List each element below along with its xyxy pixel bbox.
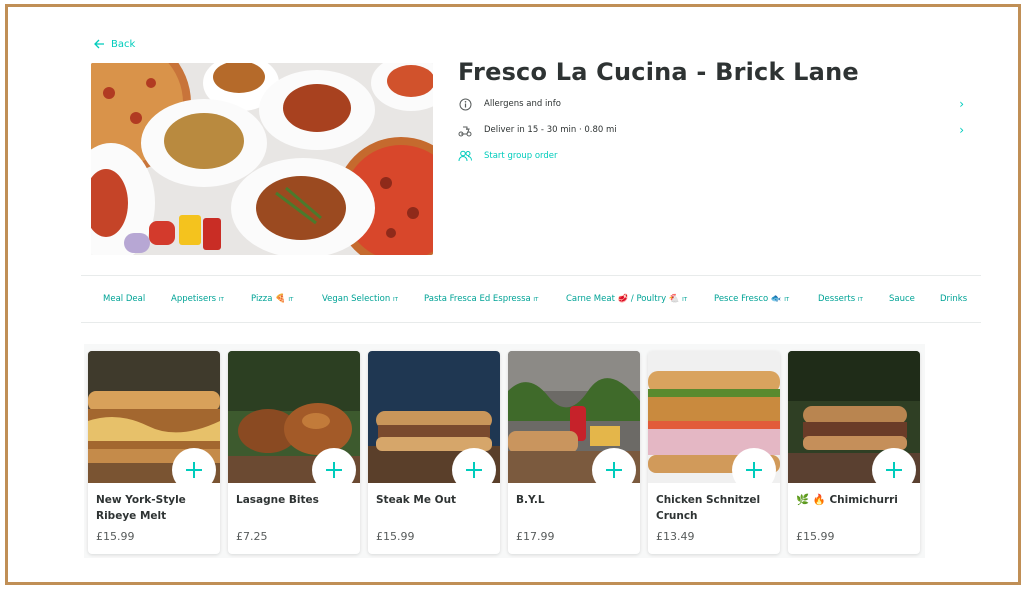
add-to-basket-button[interactable]	[172, 448, 216, 492]
delivery-info-row[interactable]: Deliver in 15 - 30 min · 0.80 mi ›	[458, 121, 964, 139]
plus-icon	[466, 462, 482, 478]
group-order-label: Start group order	[484, 151, 558, 161]
add-to-basket-button[interactable]	[452, 448, 496, 492]
category-pizza[interactable]: Pizza 🍕 IT	[251, 288, 293, 311]
menu-item-name: B.Y.L	[516, 494, 545, 506]
menu-item-name: New York-Style Ribeye Melt	[96, 494, 186, 522]
menu-item-card[interactable]: Chicken Schnitzel Crunch £13.49	[648, 351, 780, 554]
menu-item-card[interactable]: 🌿 🔥 Chimichurri £15.99	[788, 351, 920, 554]
group-order-row[interactable]: Start group order	[458, 147, 964, 165]
info-icon	[458, 97, 472, 111]
chevron-right-icon: ›	[959, 123, 964, 137]
plus-icon	[746, 462, 762, 478]
menu-item-price: £7.25	[236, 530, 268, 543]
category-pesce-fresco[interactable]: Pesce Fresco 🐟 IT	[714, 288, 789, 311]
allergens-info-row[interactable]: Allergens and info ›	[458, 95, 964, 113]
menu-item-name: Lasagne Bites	[236, 494, 319, 506]
plus-icon	[186, 462, 202, 478]
menu-item-card[interactable]: B.Y.L £17.99	[508, 351, 640, 554]
category-drinks[interactable]: Drinks	[940, 288, 967, 310]
menu-item-name: Chicken Schnitzel Crunch	[656, 494, 761, 522]
menu-item-card[interactable]: Lasagne Bites £7.25	[228, 351, 360, 554]
add-to-basket-button[interactable]	[312, 448, 356, 492]
allergens-label: Allergens and info	[484, 99, 561, 109]
category-meal-deal[interactable]: Meal Deal	[103, 288, 145, 310]
scooter-icon	[458, 123, 472, 137]
chevron-right-icon: ›	[959, 97, 964, 111]
menu-item-name: Steak Me Out	[376, 494, 457, 506]
plus-icon	[606, 462, 622, 478]
back-label: Back	[111, 38, 136, 50]
add-to-basket-button[interactable]	[732, 448, 776, 492]
menu-item-name: 🌿 🔥 Chimichurri	[796, 494, 898, 506]
divider	[81, 322, 981, 323]
add-to-basket-button[interactable]	[592, 448, 636, 492]
arrow-left-icon	[94, 39, 104, 49]
menu-item-card[interactable]: Steak Me Out £15.99	[368, 351, 500, 554]
category-vegan-selection[interactable]: Vegan Selection IT	[322, 288, 398, 311]
category-appetisers[interactable]: Appetisers IT	[171, 288, 224, 311]
menu-item-price: £15.99	[96, 530, 135, 543]
category-carne-meat[interactable]: Carne Meat 🥩 / Poultry 🐔 IT	[566, 288, 687, 311]
category-nav: Meal Deal Appetisers IT Pizza 🍕 IT Vegan…	[81, 288, 981, 310]
restaurant-hero-image	[91, 63, 433, 255]
category-sauce[interactable]: Sauce	[889, 288, 915, 310]
menu-item-price: £13.49	[656, 530, 695, 543]
category-desserts[interactable]: Desserts IT	[818, 288, 863, 311]
back-link[interactable]: Back	[93, 38, 135, 50]
restaurant-name: Fresco La Cucina - Brick Lane	[458, 58, 859, 86]
menu-item-price: £15.99	[796, 530, 835, 543]
plus-icon	[326, 462, 342, 478]
menu-item-price: £17.99	[516, 530, 555, 543]
delivery-label: Deliver in 15 - 30 min · 0.80 mi	[484, 125, 617, 135]
people-icon	[458, 149, 472, 163]
menu-item-card[interactable]: New York-Style Ribeye Melt £15.99	[88, 351, 220, 554]
add-to-basket-button[interactable]	[872, 448, 916, 492]
divider	[81, 275, 981, 276]
menu-item-price: £15.99	[376, 530, 415, 543]
category-pasta[interactable]: Pasta Fresca Ed Espressa IT	[424, 288, 538, 311]
plus-icon	[886, 462, 902, 478]
